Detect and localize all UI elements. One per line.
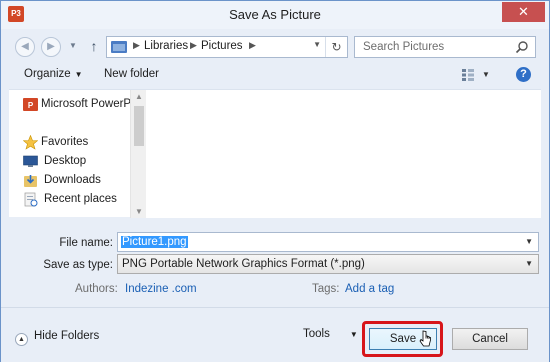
breadcrumb-chevron-icon[interactable]: ▶ xyxy=(249,40,256,51)
scroll-up-icon[interactable]: ▲ xyxy=(135,92,143,101)
navigation-pane-scrollbar[interactable]: ▲ ▼ xyxy=(130,90,146,218)
tools-menu[interactable]: Tools ▼ xyxy=(303,328,358,340)
search-input[interactable]: Search Pictures xyxy=(363,41,444,53)
scroll-down-icon[interactable]: ▼ xyxy=(135,207,143,216)
forward-button[interactable]: ▶ xyxy=(41,37,61,57)
save-as-type-value: PNG Portable Network Graphics Format (*.… xyxy=(122,258,365,270)
sidebar-item-powerpoint[interactable]: P Microsoft PowerPo xyxy=(13,96,131,114)
save-as-dialog: P3 Save As Picture ✕ ◀ ▶ ▼ ↑ ▶ Libraries… xyxy=(0,0,550,362)
navigation-bar: ◀ ▶ ▼ ↑ ▶ Libraries ▶ Pictures ▶ ▼ ↻ Sea… xyxy=(1,31,549,61)
chevron-down-icon[interactable]: ▼ xyxy=(525,237,533,246)
tools-label: Tools xyxy=(303,328,330,340)
save-as-type-select[interactable]: PNG Portable Network Graphics Format (*.… xyxy=(117,254,539,274)
tags-value[interactable]: Add a tag xyxy=(345,283,394,295)
svg-text:P: P xyxy=(28,101,34,110)
downloads-icon xyxy=(24,175,37,187)
sidebar-item-recent-places[interactable]: Recent places xyxy=(13,191,131,209)
up-arrow-icon: ↑ xyxy=(90,38,98,54)
help-icon[interactable]: ? xyxy=(516,67,531,82)
file-list-pane[interactable] xyxy=(146,90,541,218)
command-bar: Organize ▼ New folder ▼ ? xyxy=(1,61,549,89)
recent-locations-dropdown[interactable]: ▼ xyxy=(69,39,79,53)
breadcrumb-pictures[interactable]: Pictures xyxy=(201,40,243,52)
view-dropdown-icon[interactable]: ▼ xyxy=(482,70,490,79)
chevron-down-icon[interactable]: ▼ xyxy=(525,259,533,268)
file-name-field[interactable]: Picture1.png ▼ xyxy=(117,232,539,252)
chevron-up-icon: ▲ xyxy=(15,333,28,346)
breadcrumb-libraries[interactable]: Libraries xyxy=(144,40,188,52)
file-name-value[interactable]: Picture1.png xyxy=(121,236,188,248)
scrollbar-thumb[interactable] xyxy=(134,106,144,146)
breadcrumb-chevron-icon[interactable]: ▶ xyxy=(190,40,197,51)
sidebar-item-label: Recent places xyxy=(44,193,117,205)
save-form: File name: Picture1.png ▼ Save as type: … xyxy=(1,217,549,307)
save-as-type-label: Save as type: xyxy=(43,259,113,271)
dialog-footer: ▲ Hide Folders Tools ▼ Save Cancel xyxy=(1,307,549,362)
sidebar-item-label: Downloads xyxy=(44,174,101,186)
view-options-icon[interactable] xyxy=(461,68,475,82)
back-button[interactable]: ◀ xyxy=(15,37,35,57)
up-button[interactable]: ↑ xyxy=(86,37,102,55)
authors-value[interactable]: Indezine .com xyxy=(125,283,197,295)
refresh-icon: ↻ xyxy=(331,40,342,54)
dialog-title: Save As Picture xyxy=(229,7,321,22)
file-name-label: File name: xyxy=(59,237,113,249)
sidebar-item-desktop[interactable]: Desktop xyxy=(13,153,131,171)
hide-folders-button[interactable]: ▲ Hide Folders xyxy=(15,330,99,346)
address-bar[interactable]: ▶ Libraries ▶ Pictures ▶ ▼ ↻ xyxy=(106,36,348,58)
sidebar-item-downloads[interactable]: Downloads xyxy=(13,172,131,190)
desktop-icon xyxy=(23,155,38,167)
star-icon xyxy=(23,135,38,150)
hide-folders-label: Hide Folders xyxy=(34,330,100,342)
organize-label: Organize xyxy=(24,68,71,80)
library-folder-icon xyxy=(111,41,127,53)
breadcrumb-chevron-icon[interactable]: ▶ xyxy=(133,40,140,51)
powerpoint-icon: P xyxy=(23,98,38,111)
address-dropdown-icon[interactable]: ▼ xyxy=(313,40,321,49)
refresh-button[interactable]: ↻ xyxy=(325,37,347,57)
sidebar-item-label: Favorites xyxy=(41,136,89,148)
back-arrow-icon: ◀ xyxy=(21,41,29,52)
tags-label: Tags: xyxy=(312,283,340,295)
search-icon[interactable] xyxy=(515,40,529,54)
sidebar-item-favorites[interactable]: Favorites xyxy=(13,134,131,152)
sidebar-item-label: Microsoft PowerPo xyxy=(41,98,131,110)
title-bar: P3 Save As Picture ✕ xyxy=(1,1,549,29)
sidebar-item-label: Desktop xyxy=(44,155,87,167)
forward-arrow-icon: ▶ xyxy=(47,41,55,52)
cancel-button[interactable]: Cancel xyxy=(452,328,528,350)
mouse-pointer-icon xyxy=(419,330,431,347)
close-button[interactable]: ✕ xyxy=(502,2,545,22)
authors-label: Authors: xyxy=(75,283,118,295)
recent-places-icon xyxy=(24,192,38,207)
chevron-down-icon: ▼ xyxy=(349,330,358,339)
browser-panes: P Microsoft PowerPo Favorites Desktop Do… xyxy=(9,89,541,218)
organize-menu[interactable]: Organize ▼ xyxy=(24,68,83,80)
navigation-pane: P Microsoft PowerPo Favorites Desktop Do… xyxy=(9,90,146,218)
new-folder-button[interactable]: New folder xyxy=(104,68,159,80)
chevron-down-icon: ▼ xyxy=(74,70,83,79)
search-box[interactable]: Search Pictures xyxy=(354,36,536,58)
